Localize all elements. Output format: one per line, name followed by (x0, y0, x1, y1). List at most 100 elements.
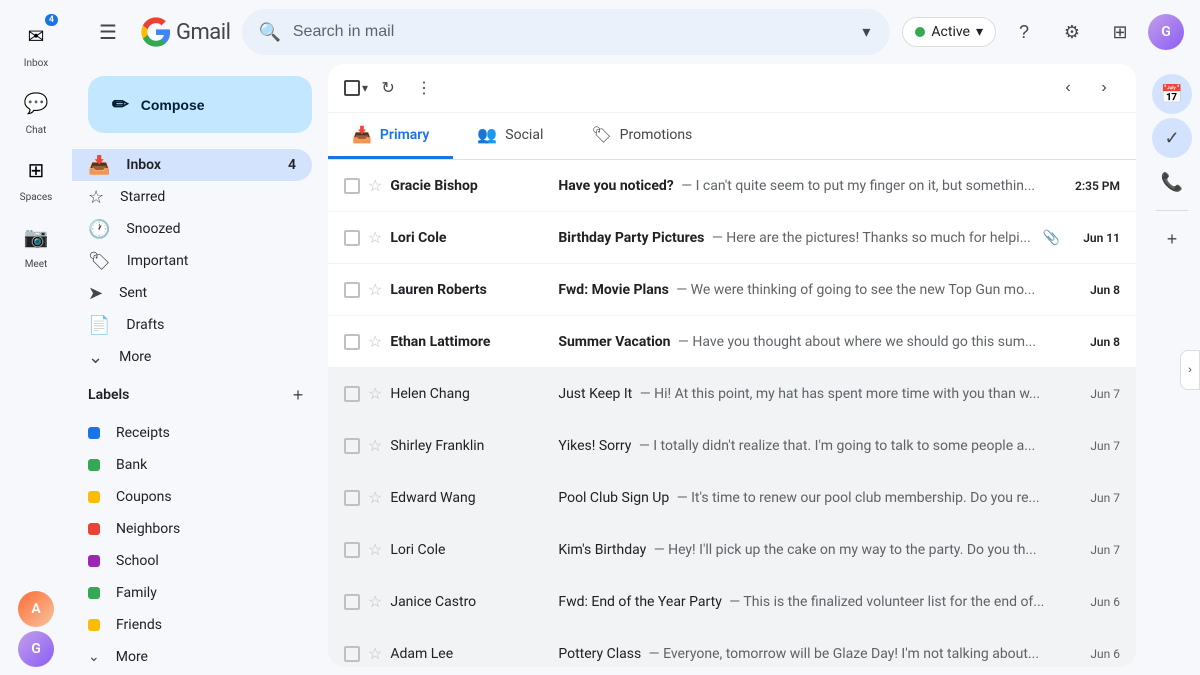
contacts-panel-button[interactable]: 📞 (1152, 162, 1192, 202)
compose-button[interactable]: ✏ Compose (88, 76, 312, 133)
mini-sidebar-item-meet[interactable]: 📷 Meet (0, 211, 72, 276)
add-label-button[interactable]: + (284, 381, 312, 409)
expand-sidebar-button[interactable]: › (1180, 350, 1200, 390)
label-item-school[interactable]: School (72, 545, 312, 577)
email-snippet: — I totally didn't realize that. I'm goi… (635, 438, 1035, 454)
select-all-checkbox[interactable] (344, 80, 360, 96)
nav-item-drafts[interactable]: 📄 Drafts (72, 309, 312, 341)
star-icon[interactable]: ☆ (368, 592, 382, 611)
email-subject: Have you noticed? (558, 178, 673, 194)
email-checkbox[interactable] (344, 542, 360, 558)
star-icon[interactable]: ☆ (368, 228, 382, 247)
label-item-bank[interactable]: Bank (72, 449, 312, 481)
star-icon[interactable]: ☆ (368, 436, 382, 455)
user-avatar-initials: G (1161, 24, 1171, 40)
email-row[interactable]: ☆ Janice Castro Fwd: End of the Year Par… (328, 576, 1136, 628)
star-icon[interactable]: ☆ (368, 280, 382, 299)
email-row[interactable]: ☆ Ethan Lattimore Summer Vacation — Have… (328, 316, 1136, 368)
tab-promotions[interactable]: 🏷 Promotions (567, 113, 716, 159)
email-row[interactable]: ☆ Lori Cole Birthday Party Pictures — He… (328, 212, 1136, 264)
nav-item-snoozed[interactable]: 🕐 Snoozed (72, 213, 312, 245)
status-button[interactable]: Active ▾ (902, 17, 996, 47)
mini-sidebar-item-spaces[interactable]: ⊞ Spaces (0, 144, 72, 209)
email-checkbox[interactable] (344, 438, 360, 454)
email-meta: Jun 7 (1068, 543, 1120, 557)
apps-button[interactable]: ⊞ (1100, 12, 1140, 52)
spaces-icon: ⊞ (28, 158, 45, 182)
sent-label: Sent (119, 285, 296, 301)
sidebar-divider (1156, 210, 1188, 211)
email-checkbox[interactable] (344, 230, 360, 246)
next-page-button[interactable]: › (1088, 72, 1120, 104)
label-item-coupons[interactable]: Coupons (72, 481, 312, 513)
email-checkbox[interactable] (344, 490, 360, 506)
star-icon[interactable]: ☆ (368, 384, 382, 403)
mini-avatar-1[interactable]: A (18, 591, 54, 627)
email-subject: Kim's Birthday (558, 542, 646, 558)
family-label: Family (116, 585, 157, 601)
email-checkbox[interactable] (344, 594, 360, 610)
email-checkbox[interactable] (344, 178, 360, 194)
label-item-neighbors[interactable]: Neighbors (72, 513, 312, 545)
nav-item-important[interactable]: 🏷 Important (72, 245, 312, 277)
family-dot (88, 587, 100, 599)
email-row[interactable]: ☆ Shirley Franklin Yikes! Sorry — I tota… (328, 420, 1136, 472)
nav-item-sent[interactable]: ➤ Sent (72, 277, 312, 309)
star-icon[interactable]: ☆ (368, 644, 382, 663)
nav-item-inbox[interactable]: 📥 Inbox 4 (72, 149, 312, 181)
email-checkbox[interactable] (344, 386, 360, 402)
email-checkbox[interactable] (344, 646, 360, 662)
email-checkbox[interactable] (344, 282, 360, 298)
email-row[interactable]: ☆ Gracie Bishop Have you noticed? — I ca… (328, 160, 1136, 212)
calendar-panel-button[interactable]: 📅 (1152, 74, 1192, 114)
mini-sidebar-item-chat[interactable]: 💬 Chat (0, 77, 72, 142)
email-list: ☆ Gracie Bishop Have you noticed? — I ca… (328, 160, 1136, 667)
star-icon[interactable]: ☆ (368, 540, 382, 559)
add-addon-button[interactable]: + (1152, 219, 1192, 259)
user-avatar[interactable]: G (1148, 14, 1184, 50)
prev-page-button[interactable]: ‹ (1052, 72, 1084, 104)
email-row[interactable]: ☆ Helen Chang Just Keep It — Hi! At this… (328, 368, 1136, 420)
label-item-receipts[interactable]: Receipts (72, 417, 312, 449)
refresh-button[interactable]: ↻ (372, 72, 404, 104)
label-item-family[interactable]: Family (72, 577, 312, 609)
sent-icon: ➤ (88, 283, 103, 304)
email-date: Jun 8 (1068, 283, 1120, 297)
settings-button[interactable]: ⚙ (1052, 12, 1092, 52)
search-dropdown-button[interactable]: ▾ (858, 18, 874, 46)
email-content: Fwd: Movie Plans — We were thinking of g… (558, 282, 1060, 298)
mini-sidebar-item-mail[interactable]: ✉ 4 Inbox (0, 10, 72, 75)
select-all-chevron[interactable]: ▾ (362, 81, 368, 95)
nav-item-starred[interactable]: ☆ Starred (72, 181, 312, 213)
tab-social[interactable]: 👥 Social (453, 113, 567, 159)
label-item-friends[interactable]: Friends (72, 609, 312, 641)
tasks-panel-button[interactable]: ✓ (1152, 118, 1192, 158)
sender-name: Helen Chang (390, 386, 550, 402)
email-row[interactable]: ☆ Adam Lee Pottery Class — Everyone, tom… (328, 628, 1136, 667)
receipts-dot (88, 427, 100, 439)
help-button[interactable]: ? (1004, 12, 1044, 52)
hamburger-button[interactable]: ☰ (88, 12, 128, 52)
email-checkbox[interactable] (344, 334, 360, 350)
select-all-checkbox-wrapper[interactable]: ▾ (344, 80, 368, 96)
email-snippet: — Everyone, tomorrow will be Glaze Day! … (645, 646, 1039, 662)
email-row[interactable]: ☆ Lori Cole Kim's Birthday — Hey! I'll p… (328, 524, 1136, 576)
more-options-button[interactable]: ⋮ (408, 72, 440, 104)
star-icon[interactable]: ☆ (368, 332, 382, 351)
star-icon[interactable]: ☆ (368, 488, 382, 507)
email-row[interactable]: ☆ Edward Wang Pool Club Sign Up — It's t… (328, 472, 1136, 524)
mail-badge: 4 (45, 14, 58, 26)
sender-name: Gracie Bishop (390, 178, 550, 194)
friends-label: Friends (116, 617, 162, 633)
nav-item-more[interactable]: ⌄ More (72, 341, 312, 373)
search-input[interactable] (293, 23, 847, 41)
email-row[interactable]: ☆ Lauren Roberts Fwd: Movie Plans — We w… (328, 264, 1136, 316)
star-icon[interactable]: ☆ (368, 176, 382, 195)
mini-avatar-2[interactable]: G (18, 631, 54, 667)
email-subject: Birthday Party Pictures (558, 230, 704, 246)
email-content: Yikes! Sorry — I totally didn't realize … (558, 438, 1060, 454)
label-item-more[interactable]: ⌄ More (72, 641, 312, 673)
email-subject: Pool Club Sign Up (558, 490, 669, 506)
tab-primary[interactable]: 📥 Primary (328, 113, 453, 159)
email-meta: Jun 7 (1068, 387, 1120, 401)
